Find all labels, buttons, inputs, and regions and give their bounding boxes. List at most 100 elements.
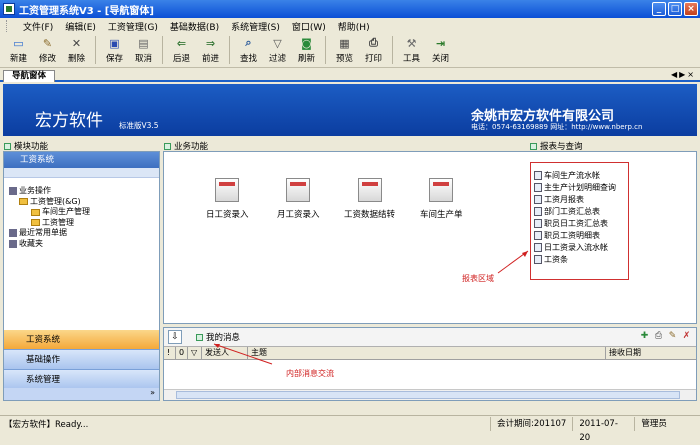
print-button[interactable]: ⎙ 打印 [359,36,388,64]
report-item[interactable]: 车间生产流水帐 [531,169,628,181]
col-flag[interactable]: ▽ [188,347,202,359]
report-doc-icon [534,182,542,192]
tree-item-salary-mgmt[interactable]: 工资管理(&G) [9,197,90,208]
tool-message-icon[interactable]: ✗ [681,331,692,342]
report-item[interactable]: 职员日工资汇总表 [531,217,628,229]
report-item[interactable]: 工资条 [531,253,628,265]
horizontal-scrollbar[interactable] [164,389,696,400]
print-message-icon[interactable]: ⎙ [653,331,664,342]
save-button[interactable]: ▣ 保存 [100,36,129,65]
report-doc-icon [534,170,542,180]
nav-salary-system[interactable]: 工资系统 [4,330,159,350]
exit-label: 关闭 [431,54,449,64]
menu-help[interactable]: 帮助(H) [332,20,376,33]
edit-message-icon[interactable]: ✎ [667,331,678,342]
report-doc-icon [534,206,542,216]
tab-prev-icon[interactable]: ◀ [671,70,679,79]
forward-arrow-icon: ⇒ [205,36,216,50]
report-item[interactable]: 部门工资汇总表 [531,205,628,217]
report-label: 职员日工资汇总表 [544,218,608,228]
collapse-messages-icon[interactable]: ⇩ [168,330,182,344]
biz-data-carryover[interactable]: 工资数据结转 [344,178,395,220]
tree-item-favorites[interactable]: 收藏夹 [9,239,90,250]
biz-label: 车间生产单 [420,210,463,220]
version-label: 标准版V3.5 [119,121,159,130]
annotation-arrow-reports [497,250,529,274]
biz-monthly-wage[interactable]: 月工资录入 [277,178,320,220]
new-message-icon[interactable]: ✚ [639,331,650,342]
tree-item-salary[interactable]: 工资管理 [9,218,90,229]
minimize-button[interactable]: _ [652,2,666,16]
tools-button[interactable]: ⚒ 工具 [397,36,426,65]
refresh-button[interactable]: ◙ 刷新 [292,36,321,65]
preview-button[interactable]: ▦ 预览 [330,36,359,65]
save-icon: ▣ [109,36,120,50]
node-icon [9,229,17,238]
tab-close-icon[interactable]: × [687,70,696,79]
col-attachment[interactable]: 0 [176,347,188,359]
menu-window[interactable]: 窗口(W) [286,20,332,33]
print-label: 打印 [364,54,382,64]
menu-file[interactable]: 文件(F) [17,20,59,33]
filter-button[interactable]: ▽ 过滤 [263,36,292,65]
folder-icon [31,208,40,216]
report-item[interactable]: 主生产计划明细查询 [531,181,628,193]
report-doc-icon [534,218,542,228]
tree-label: 工资管理(&G) [30,196,81,206]
menu-basic-data[interactable]: 基础数据(B) [164,20,225,33]
tab-navigation[interactable]: 导航窗体 [3,70,56,82]
new-button[interactable]: ▭ 新建 [4,36,33,65]
report-item[interactable]: 日工资录入流水帐 [531,241,628,253]
delete-icon: ✕ [71,36,82,50]
section-marker-icon [4,142,11,150]
forward-label: 前进 [201,54,219,64]
tools-label: 工具 [402,54,420,64]
search-button[interactable]: ⌕ 查找 [234,36,263,64]
report-item[interactable]: 职员工资明细表 [531,229,628,241]
menu-system[interactable]: 系统管理(S) [225,20,286,33]
close-button[interactable]: × [684,2,698,16]
form-icon [429,178,454,202]
scrollbar-thumb[interactable] [176,391,680,399]
node-icon [9,187,17,196]
delete-button[interactable]: ✕ 删除 [62,36,91,65]
col-received-date[interactable]: 接收日期 [606,347,696,359]
nav-basic-ops[interactable]: 基础操作 [4,350,159,370]
forward-button[interactable]: ⇒ 前进 [196,36,225,65]
biz-daily-wage[interactable]: 日工资录入 [206,178,249,220]
tree-item-business-ops[interactable]: 业务操作 [9,186,90,197]
tree-item-recent-docs[interactable]: 最近常用单据 [9,228,90,239]
report-doc-icon [534,254,542,264]
biz-workshop-order[interactable]: 车间生产单 [420,178,463,220]
back-button[interactable]: ⇐ 后退 [167,36,196,65]
biz-label: 日工资录入 [206,210,249,220]
print-icon: ⎙ [369,36,378,49]
folder-icon [19,198,28,206]
exit-button[interactable]: ⇥ 关闭 [426,36,455,65]
edit-button[interactable]: ✎ 修改 [33,36,62,65]
tree-item-workshop[interactable]: 车间生产管理 [9,207,90,218]
menu-edit[interactable]: 编辑(E) [59,20,102,33]
form-icon [357,178,382,202]
col-subject[interactable]: 主题 [248,347,606,359]
module-tree: 业务操作 工资管理(&G) 车间生产管理 工资管理 最近常用单据 收藏夹 [9,186,90,249]
reports-annotation: 报表区域 [462,274,494,283]
messages-annotation: 内部消息交流 [286,369,334,378]
status-user: 管理员 [634,416,673,431]
module-header[interactable]: 工资系统 [4,152,159,168]
report-item[interactable]: 工资月报表 [531,193,628,205]
new-doc-icon: ▭ [13,36,24,50]
maximize-button[interactable]: □ [668,2,682,16]
reports-area: 车间生产流水帐 主生产计划明细查询 工资月报表 部门工资汇总表 职员日工资汇总表… [530,162,629,280]
nav-system-mgmt[interactable]: 系统管理 [4,370,159,390]
new-label: 新建 [9,54,27,64]
report-label: 职员工资明细表 [544,230,600,240]
edit-icon: ✎ [42,36,53,50]
cancel-button[interactable]: ▤ 取消 [129,36,158,65]
status-bar: 【宏方软件】Ready... 会计期间:201107 2011-07-20 管理… [0,415,700,443]
menu-salary[interactable]: 工资管理(G) [102,20,164,33]
menu-grip [6,20,9,32]
report-label: 工资条 [544,254,568,264]
nav-expand-icon[interactable]: » [4,388,159,400]
col-priority[interactable]: ! [164,347,176,359]
